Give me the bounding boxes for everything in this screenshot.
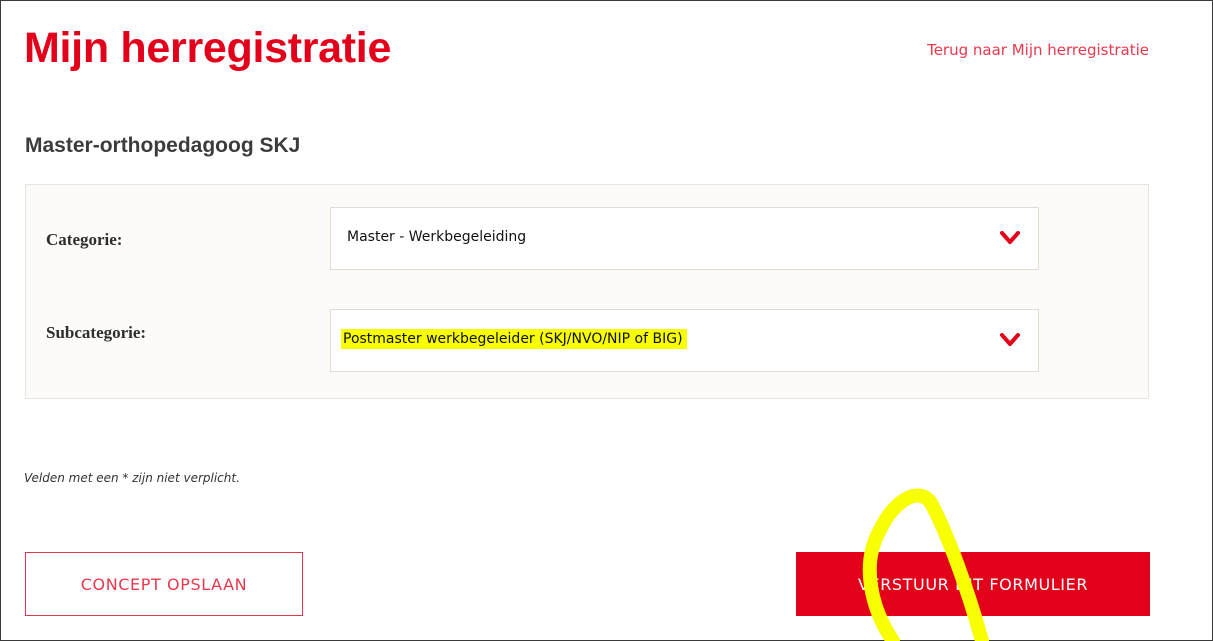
category-value: Master - Werkbegeleiding <box>347 229 527 245</box>
category-panel: Categorie: Master - Werkbegeleiding Subc… <box>25 184 1149 399</box>
category-select[interactable]: Master - Werkbegeleiding <box>330 207 1039 270</box>
category-label: Categorie: <box>46 230 123 249</box>
optional-fields-note: Velden met een * zijn niet verplicht. <box>24 471 240 485</box>
chevron-down-icon <box>1000 231 1020 244</box>
subcategory-select[interactable]: Postmaster werkbegeleider (SKJ/NVO/NIP o… <box>330 309 1039 372</box>
subcategory-label: Subcategorie: <box>46 323 147 342</box>
back-link[interactable]: Terug naar Mijn herregistratie <box>927 41 1149 59</box>
save-concept-button[interactable]: CONCEPT OPSLAAN <box>25 552 303 616</box>
subcategory-value: Postmaster werkbegeleider (SKJ/NVO/NIP o… <box>341 329 687 349</box>
page-title: Mijn herregistratie <box>24 24 392 72</box>
submit-form-button[interactable]: VERSTUUR DIT FORMULIER <box>796 552 1150 616</box>
registration-subtitle: Master-orthopedagoog SKJ <box>25 134 301 157</box>
chevron-down-icon <box>1000 333 1020 346</box>
